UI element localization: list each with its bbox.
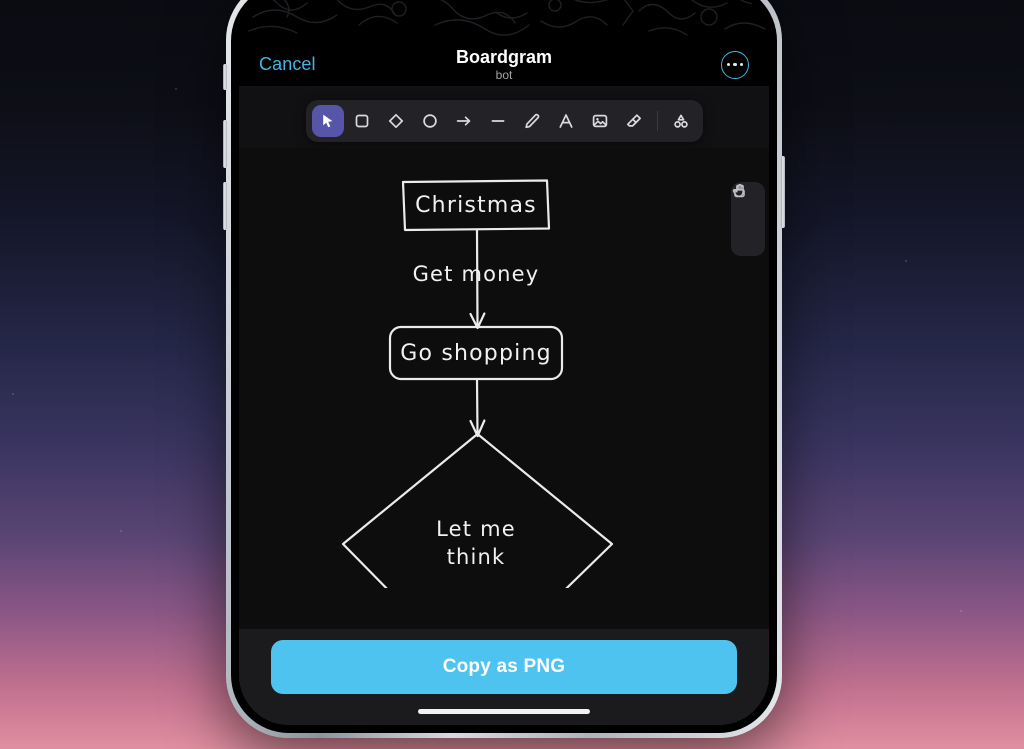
arrow-right-icon — [456, 116, 470, 126]
mute-switch[interactable] — [223, 64, 227, 90]
wallpaper-speck — [12, 393, 14, 395]
header-title-block: Boardgram bot — [239, 46, 769, 82]
draw-tool[interactable] — [516, 105, 548, 137]
phone-device: Cancel Boardgram bot Christmas Get money… — [223, 0, 785, 738]
pencil-icon — [524, 113, 539, 129]
text-tool[interactable] — [550, 105, 582, 137]
eraser-tool[interactable] — [618, 105, 650, 137]
whiteboard-editor: Christmas Get money Go shopping Let me t… — [239, 86, 769, 725]
volume-up-button[interactable] — [223, 120, 227, 168]
wallpaper-speck — [905, 260, 907, 262]
edge-goshopping-to-letmethink[interactable] — [469, 377, 486, 438]
node-let-me-think-label-line2: think — [447, 545, 506, 569]
cancel-button[interactable]: Cancel — [259, 54, 316, 75]
toolbar-container — [239, 100, 769, 142]
phone-screen: Cancel Boardgram bot Christmas Get money… — [239, 0, 769, 725]
diagram-svg: Christmas Get money Go shopping Let me t… — [341, 179, 614, 588]
hand-icon — [732, 183, 744, 198]
miniapp-header: Cancel Boardgram bot — [239, 43, 769, 86]
wallpaper-speck — [120, 530, 122, 532]
edge-christmas-to-goshopping[interactable]: Get money — [413, 228, 540, 330]
image-icon — [592, 114, 607, 128]
node-christmas[interactable]: Christmas — [401, 179, 551, 232]
pan-tool[interactable] — [732, 183, 760, 249]
toolbar-divider — [656, 111, 658, 131]
line-icon — [491, 120, 504, 122]
circle-icon — [422, 114, 437, 128]
desktop-wallpaper: Cancel Boardgram bot Christmas Get money… — [0, 0, 1024, 749]
chat-wallpaper-strip — [239, 0, 769, 43]
cursor-icon — [322, 114, 332, 128]
phone-bezel: Cancel Boardgram bot Christmas Get money… — [231, 0, 777, 733]
node-go-shopping[interactable]: Go shopping — [388, 325, 564, 381]
node-christmas-label: Christmas — [415, 193, 537, 218]
more-dot — [739, 62, 744, 67]
image-tool[interactable] — [584, 105, 616, 137]
shapes-icon — [673, 114, 688, 128]
node-go-shopping-label: Go shopping — [400, 341, 552, 366]
wallpaper-speck — [960, 610, 962, 612]
volume-down-button[interactable] — [223, 182, 227, 230]
eraser-icon — [626, 114, 641, 127]
canvas-side-controls — [731, 182, 765, 256]
selection-tool[interactable] — [311, 105, 344, 137]
app-title: Boardgram — [455, 46, 553, 67]
more-horizontal-icon[interactable] — [721, 50, 749, 79]
drawing-toolbar — [305, 100, 703, 142]
home-indicator[interactable] — [418, 709, 590, 714]
copy-as-png-button[interactable]: Copy as PNG — [271, 640, 737, 694]
wallpaper-speck — [175, 88, 177, 90]
arrow-tool[interactable] — [448, 105, 480, 137]
more-dot — [733, 62, 737, 67]
diamond-tool[interactable] — [380, 105, 412, 137]
power-button[interactable] — [781, 156, 785, 228]
node-let-me-think[interactable]: Let me think — [341, 432, 614, 588]
shapes-library-tool[interactable] — [665, 105, 697, 137]
app-subtitle: bot — [495, 67, 513, 82]
text-a-icon — [558, 114, 573, 128]
rectangle-tool[interactable] — [346, 105, 378, 137]
square-icon — [355, 114, 368, 128]
ellipse-tool[interactable] — [414, 105, 446, 137]
edge-label-get-money: Get money — [413, 262, 540, 286]
diamond-icon — [388, 113, 403, 129]
more-dot — [726, 62, 731, 67]
node-let-me-think-label-line1: Let me — [436, 517, 516, 541]
line-tool[interactable] — [482, 105, 514, 137]
